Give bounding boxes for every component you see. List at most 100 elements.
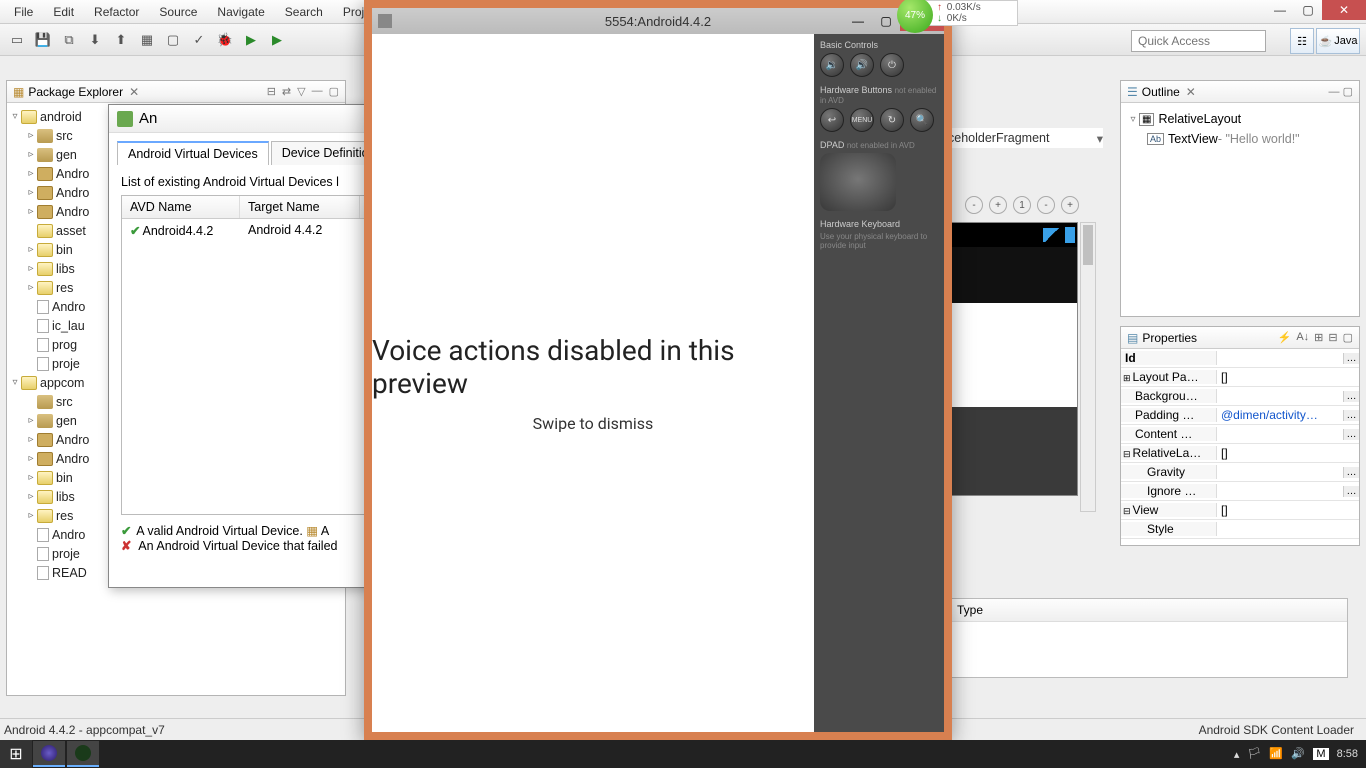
problems-panel[interactable]: Type	[948, 598, 1348, 678]
hide-icon[interactable]: ▢	[1343, 331, 1353, 344]
run-icon[interactable]: ▶	[240, 29, 262, 51]
home-button[interactable]: ↻	[880, 108, 904, 132]
tree-item[interactable]: Andro	[56, 167, 89, 181]
zoom-real-icon[interactable]: +	[1061, 196, 1079, 214]
property-row[interactable]: ⊟RelativeLa…[]	[1121, 444, 1359, 463]
avd-col-target[interactable]: Target Name	[240, 196, 360, 218]
tree-item[interactable]: src	[56, 129, 73, 143]
save-icon[interactable]: 💾	[32, 29, 54, 51]
property-row[interactable]: Id…	[1121, 349, 1359, 368]
tree-project[interactable]: appcom	[40, 376, 84, 390]
ime-indicator[interactable]: M	[1313, 748, 1328, 760]
tree-item[interactable]: Andro	[56, 186, 89, 200]
outline-row[interactable]: AbTextView - "Hello world!"	[1127, 129, 1353, 149]
tab-android-virtual-devices[interactable]: Android Virtual Devices	[117, 141, 269, 165]
tree-item[interactable]: libs	[56, 490, 75, 504]
menu-source[interactable]: Source	[149, 5, 207, 19]
zoom-100-icon[interactable]: 1	[1013, 196, 1031, 214]
collapse-all-icon[interactable]: ⊟	[267, 85, 276, 98]
tree-item[interactable]: src	[56, 395, 73, 409]
tree-item[interactable]: asset	[56, 224, 86, 238]
filter-icon[interactable]: ⚡	[1278, 331, 1292, 344]
avd-col-name[interactable]: AVD Name	[122, 196, 240, 218]
tree-item[interactable]: Andro	[56, 452, 89, 466]
tree-item[interactable]: Andro	[52, 300, 85, 314]
preview-scrollbar[interactable]	[1080, 222, 1096, 512]
collapse-icon[interactable]: ⊟	[1328, 331, 1337, 344]
tree-project[interactable]: android	[40, 110, 82, 124]
minimize-view-icon[interactable]: —	[312, 85, 323, 98]
tree-item[interactable]: proje	[52, 547, 80, 561]
tree-item[interactable]: Andro	[56, 433, 89, 447]
package-explorer-tab[interactable]: ▦ Package Explorer ✕ ⊟ ⇄ ▽ — ▢	[7, 81, 345, 103]
menu-file[interactable]: File	[4, 5, 43, 19]
emulator-titlebar[interactable]: 5554:Android4.4.2 — ▢ ✕	[372, 8, 944, 34]
tree-item[interactable]: res	[56, 281, 73, 295]
dpad-control[interactable]	[820, 153, 896, 211]
tree-item[interactable]: bin	[56, 471, 73, 485]
zoom-out-icon[interactable]: -	[965, 196, 983, 214]
flag-icon[interactable]: 🏳	[1247, 747, 1261, 761]
emulator-screen[interactable]: Voice actions disabled in this preview S…	[372, 34, 814, 732]
start-button[interactable]: ⊞	[0, 740, 32, 768]
fragment-dropdown[interactable]: ceholderFragment▾	[948, 128, 1103, 148]
java-perspective-button[interactable]: ☕Java	[1316, 28, 1360, 54]
property-row[interactable]: Ignore ……	[1121, 482, 1359, 501]
tree-item[interactable]: res	[56, 509, 73, 523]
avd-manager-icon[interactable]: ▢	[162, 29, 184, 51]
tree-item[interactable]: Andro	[52, 528, 85, 542]
menu-search[interactable]: Search	[275, 5, 333, 19]
close-tab-icon[interactable]: ✕	[1186, 85, 1196, 99]
taskbar-app-eclipse[interactable]	[33, 741, 65, 767]
menu-refactor[interactable]: Refactor	[84, 5, 149, 19]
property-edit-button[interactable]: …	[1343, 353, 1359, 364]
layout-preview[interactable]	[948, 222, 1078, 496]
volume-icon[interactable]: 🔊	[1291, 747, 1305, 761]
property-row[interactable]: Style	[1121, 520, 1359, 539]
menu-navigate[interactable]: Navigate	[207, 5, 274, 19]
tree-item[interactable]: bin	[56, 243, 73, 257]
property-edit-button[interactable]: …	[1343, 429, 1359, 440]
view-menu-icon[interactable]: ▽	[297, 85, 305, 98]
import-icon[interactable]: ⬇	[84, 29, 106, 51]
search-button[interactable]: 🔍	[910, 108, 934, 132]
lint-icon[interactable]: ✓	[188, 29, 210, 51]
tree-item[interactable]: READ	[52, 566, 87, 580]
property-row[interactable]: ⊞Layout Pa…[]	[1121, 368, 1359, 387]
outline-row[interactable]: ▿▦RelativeLayout	[1127, 109, 1353, 129]
property-edit-button[interactable]: …	[1343, 467, 1359, 478]
new-icon[interactable]: ▭	[6, 29, 28, 51]
open-perspective-button[interactable]: ☷	[1290, 28, 1314, 54]
emulator-maximize-button[interactable]: ▢	[872, 11, 900, 31]
property-row[interactable]: Content ……	[1121, 425, 1359, 444]
properties-tab[interactable]: ▤ Properties ⚡ A↓ ⊞ ⊟ ▢	[1121, 327, 1359, 349]
column-type[interactable]: Type	[949, 599, 1347, 622]
volume-down-button[interactable]: 🔉	[820, 53, 844, 77]
property-row[interactable]: Backgrou……	[1121, 387, 1359, 406]
menu-edit[interactable]: Edit	[43, 5, 84, 19]
show-advanced-icon[interactable]: ⊞	[1314, 331, 1323, 344]
property-edit-button[interactable]: …	[1343, 391, 1359, 402]
emulator-minimize-button[interactable]: —	[844, 11, 872, 31]
clock[interactable]: 8:58	[1337, 748, 1358, 760]
tree-item[interactable]: gen	[56, 414, 77, 428]
taskbar-app-emulator[interactable]	[67, 741, 99, 767]
close-button[interactable]: ✕	[1322, 0, 1366, 20]
zoom-fit-icon[interactable]: -	[1037, 196, 1055, 214]
tray-expand-icon[interactable]: ▴	[1234, 748, 1240, 761]
debug-icon[interactable]: 🐞	[214, 29, 236, 51]
property-edit-button[interactable]: …	[1343, 486, 1359, 497]
maximize-view-icon[interactable]: ▢	[329, 85, 339, 98]
property-edit-button[interactable]: …	[1343, 410, 1359, 421]
outline-tab[interactable]: ☰ Outline ✕ — ▢	[1121, 81, 1359, 103]
run-last-icon[interactable]: ▶	[266, 29, 288, 51]
tree-item[interactable]: prog	[52, 338, 77, 352]
sort-icon[interactable]: A↓	[1296, 331, 1309, 344]
export-icon[interactable]: ⬆	[110, 29, 132, 51]
property-row[interactable]: Padding …@dimen/activity……	[1121, 406, 1359, 425]
android-sdk-icon[interactable]: ▦	[136, 29, 158, 51]
zoom-in-icon[interactable]: +	[989, 196, 1007, 214]
tree-item[interactable]: proje	[52, 357, 80, 371]
tree-item[interactable]: Andro	[56, 205, 89, 219]
tree-item[interactable]: gen	[56, 148, 77, 162]
